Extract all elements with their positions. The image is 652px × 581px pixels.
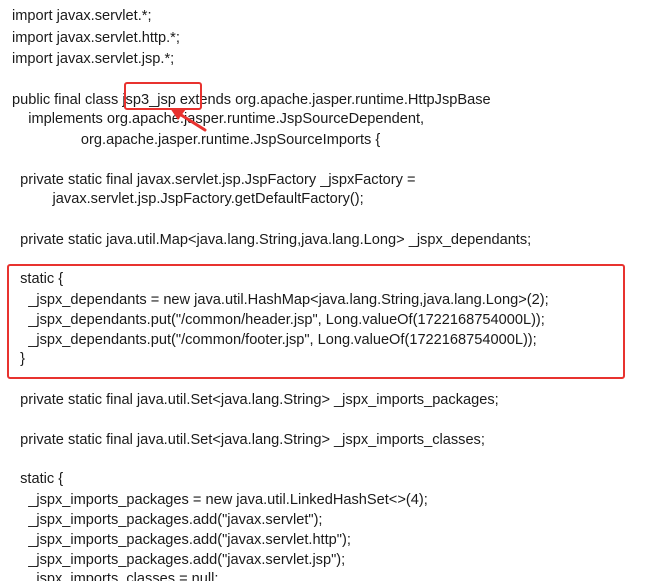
code-line: _jspx_imports_packages.add("javax.servle… <box>12 512 323 528</box>
code-line: import javax.servlet.http.*; <box>12 30 180 46</box>
code-line: public final class jsp3_jsp extends org.… <box>12 92 491 108</box>
code-line: _jspx_imports_packages.add("javax.servle… <box>12 552 346 568</box>
code-line: _jspx_imports_packages.add("javax.servle… <box>12 532 351 548</box>
code-line: _jspx_imports_classes = null; <box>12 571 219 581</box>
code-line: _jspx_dependants.put("/common/header.jsp… <box>12 312 545 328</box>
code-line: static { <box>12 471 64 487</box>
code-line: org.apache.jasper.runtime.JspSourceImpor… <box>12 132 381 148</box>
code-line: implements org.apache.jasper.runtime.Jsp… <box>12 111 425 127</box>
code-line: javax.servlet.jsp.JspFactory.getDefaultF… <box>12 191 364 207</box>
code-line: _jspx_dependants.put("/common/footer.jsp… <box>12 332 537 348</box>
code-line: import javax.servlet.jsp.*; <box>12 51 175 67</box>
code-line: private static final java.util.Set<java.… <box>12 432 485 448</box>
code-line: import javax.servlet.*; <box>12 8 152 24</box>
code-line: private static java.util.Map<java.lang.S… <box>12 232 532 248</box>
code-line: _jspx_dependants = new java.util.HashMap… <box>12 292 549 308</box>
code-line: _jspx_imports_packages = new java.util.L… <box>12 492 428 508</box>
code-line: private static final javax.servlet.jsp.J… <box>12 172 416 188</box>
code-line: } <box>12 351 25 367</box>
screenshot-viewport: import javax.servlet.*; import javax.ser… <box>0 0 652 581</box>
code-line: static { <box>12 271 64 287</box>
code-line: private static final java.util.Set<java.… <box>12 392 499 408</box>
